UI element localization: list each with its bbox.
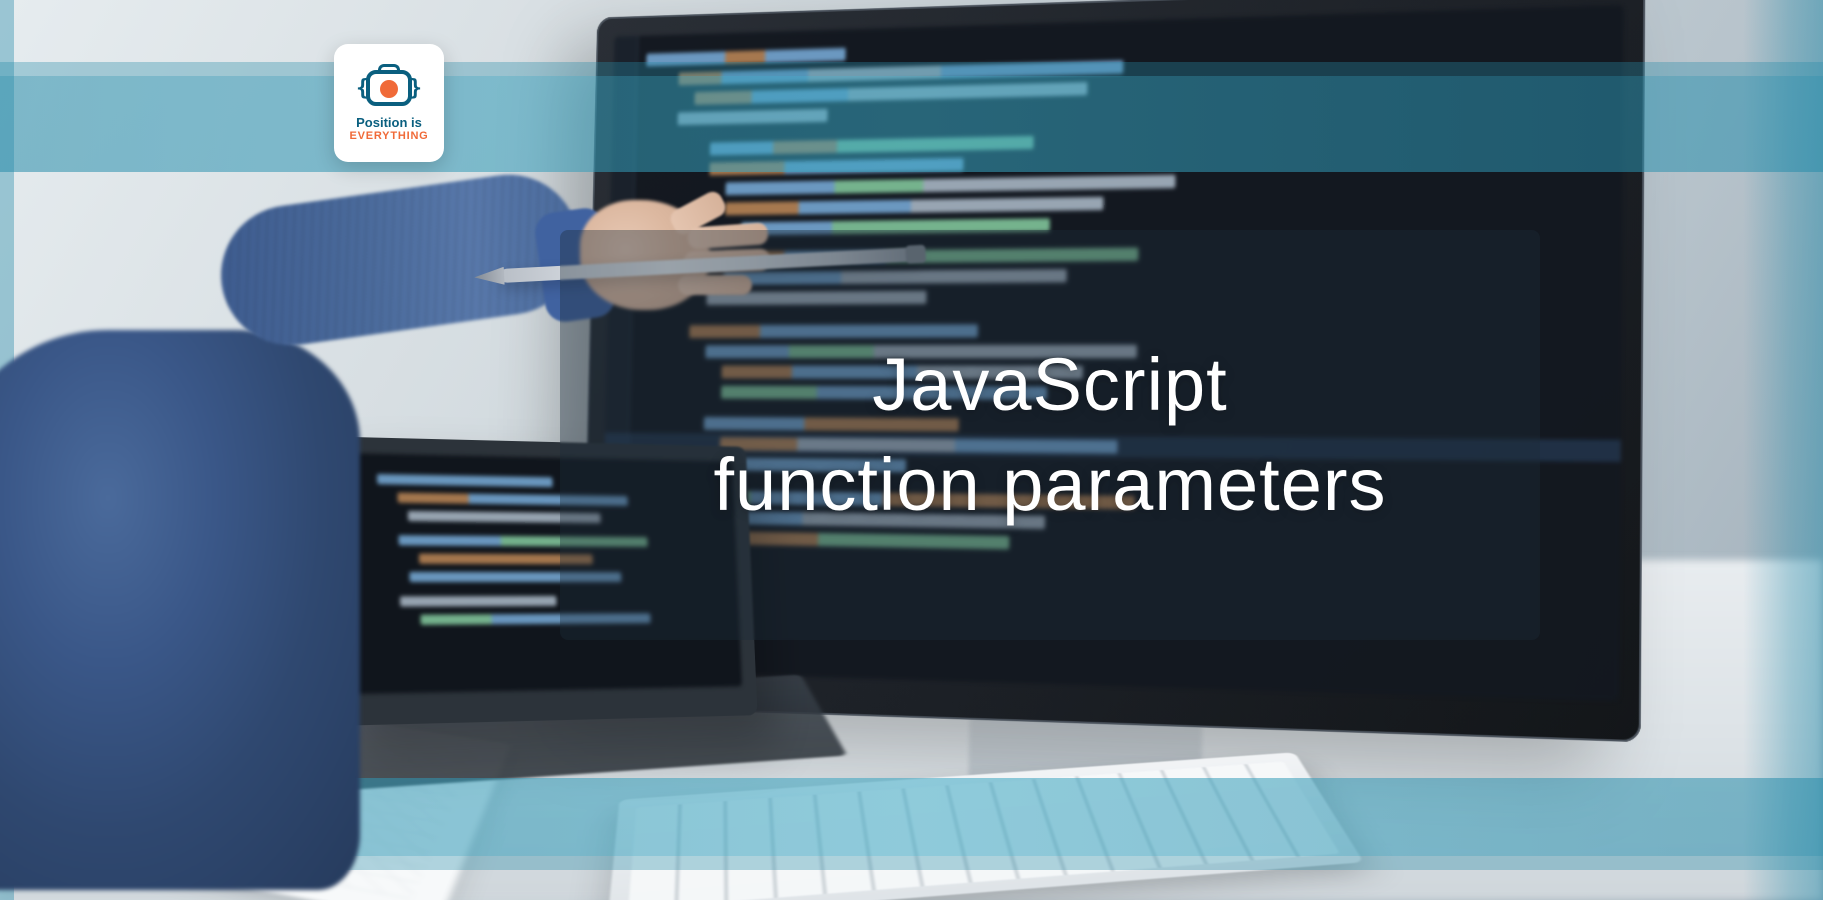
title-line-2: function parameters: [713, 435, 1386, 535]
logo-text-line-1: Position is: [356, 116, 422, 130]
person-pointing: [0, 110, 500, 870]
title-line-1: JavaScript: [872, 335, 1227, 435]
brand-logo-card: { } Position is EVERYTHING: [334, 44, 444, 162]
camera-braces-icon: { }: [360, 64, 418, 112]
logo-text-line-2: EVERYTHING: [349, 130, 428, 142]
hero-image: JavaScript function parameters { } Posit…: [0, 0, 1823, 900]
title-overlay-panel: JavaScript function parameters: [560, 230, 1540, 640]
